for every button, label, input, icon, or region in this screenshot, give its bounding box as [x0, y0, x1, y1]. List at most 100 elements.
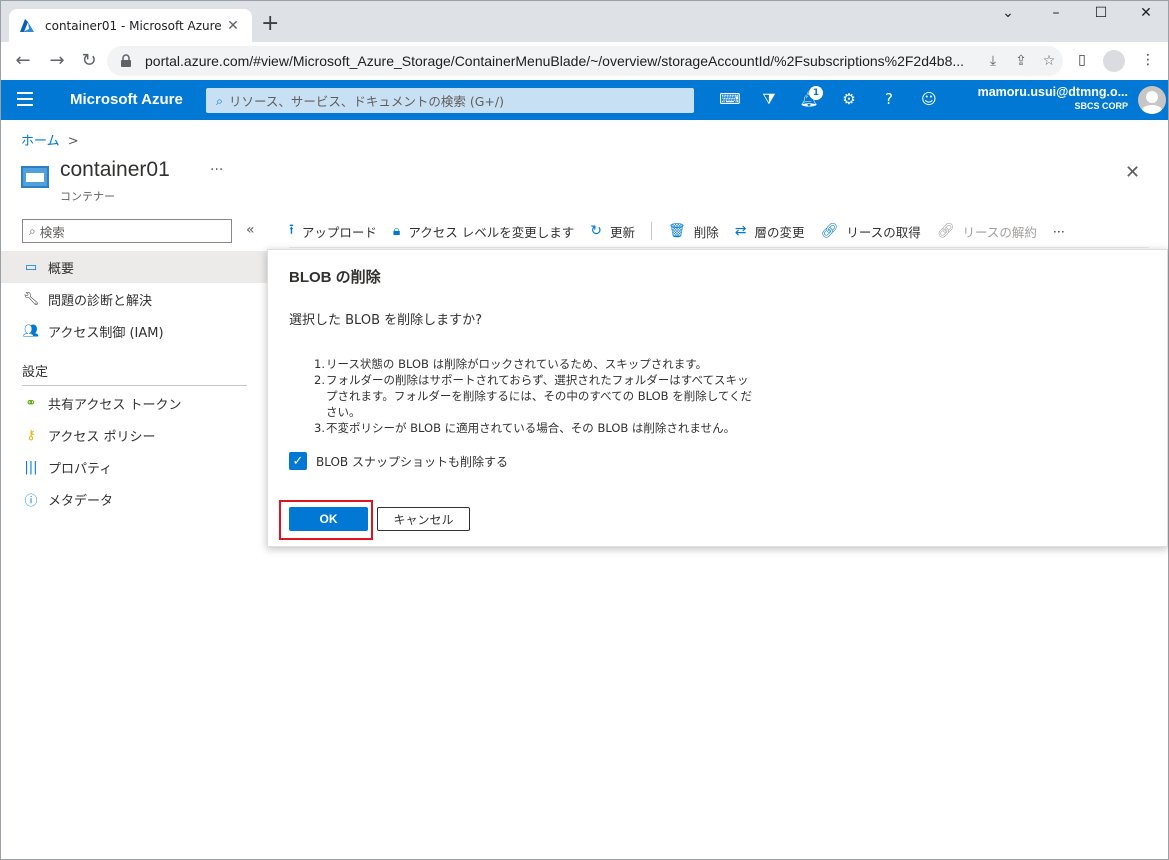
- wrench-icon: 🔧︎: [22, 291, 40, 307]
- ok-button[interactable]: OK: [289, 507, 368, 531]
- page-title: container01: [60, 158, 170, 181]
- reload-icon[interactable]: ↻: [77, 50, 101, 72]
- list-number: 3.: [314, 421, 325, 435]
- acquire-lease-button[interactable]: 🔗︎ リースの取得: [821, 222, 921, 241]
- nav-search-input[interactable]: ⌕ 検索: [22, 219, 232, 243]
- gear-icon[interactable]: ⚙: [838, 90, 860, 110]
- azure-search-placeholder: リソース、サービス、ドキュメントの検索 (G+/): [229, 94, 504, 109]
- blade-close-icon[interactable]: ✕: [1125, 162, 1140, 183]
- change-access-label: アクセス レベルを変更します: [408, 224, 575, 240]
- main-content: ホーム > container01 ··· コンテナー ✕ ⌕ 検索 « ▭ 概…: [0, 120, 1169, 860]
- container-icon: [21, 166, 49, 188]
- trash-icon: 🗑︎: [667, 223, 686, 239]
- nav-item-sas[interactable]: ⚭ 共有アクセス トークン: [1, 387, 267, 419]
- nav-item-overview[interactable]: ▭ 概要: [1, 251, 267, 283]
- page-subtitle: コンテナー: [60, 190, 115, 203]
- nav-item-metadata[interactable]: ⓘ メタデータ: [1, 483, 267, 515]
- more-options-icon[interactable]: ···: [210, 162, 223, 178]
- directory-filter-icon[interactable]: ⧩: [758, 90, 780, 110]
- chevron-down-icon[interactable]: ⌄: [993, 5, 1023, 21]
- refresh-label: 更新: [609, 224, 635, 240]
- delete-label: 削除: [693, 224, 719, 240]
- list-text: リース状態の BLOB は削除がロックされているため、スキップされます。: [326, 357, 708, 371]
- profile-icon[interactable]: [1103, 50, 1125, 72]
- list-text: 不変ポリシーが BLOB に適用されている場合、その BLOB は削除されません…: [326, 421, 736, 435]
- url-bar[interactable]: portal.azure.com/#view/Microsoft_Azure_S…: [107, 46, 1063, 76]
- upload-button[interactable]: ⭱ アップロード: [289, 219, 377, 243]
- help-icon[interactable]: ?: [878, 90, 900, 110]
- cloud-shell-icon[interactable]: ⌨: [719, 90, 741, 110]
- key-icon: ⚷: [26, 427, 36, 443]
- azure-search-input[interactable]: ⌕ リソース、サービス、ドキュメントの検索 (G+/): [206, 88, 694, 113]
- nav-item-label: アクセス制御 (IAM): [48, 325, 164, 341]
- azure-brand[interactable]: Microsoft Azure: [70, 91, 183, 108]
- overview-icon: ▭: [24, 259, 38, 275]
- list-number: 2.: [314, 373, 325, 387]
- nav-item-diagnose[interactable]: 🔧︎ 問題の診断と解決: [1, 283, 267, 315]
- side-panel-icon[interactable]: ▯: [1069, 52, 1095, 68]
- divider: [289, 247, 1149, 248]
- people-icon: 👥︎: [22, 323, 40, 339]
- broken-link-icon: 🔗︎: [936, 223, 955, 239]
- change-access-level-button[interactable]: 🔒︎ アクセス レベルを変更します: [393, 222, 574, 241]
- delete-button[interactable]: 🗑︎ 削除: [668, 222, 719, 241]
- breadcrumb-home[interactable]: ホーム: [21, 134, 60, 149]
- back-arrow-icon[interactable]: ←: [11, 50, 35, 72]
- url-text: portal.azure.com/#view/Microsoft_Azure_S…: [145, 53, 965, 69]
- acquire-lease-label: リースの取得: [846, 224, 921, 240]
- refresh-icon: ↻: [590, 223, 602, 239]
- delete-blob-dialog: BLOB の削除 選択した BLOB を削除しますか? 1. リース状態の BL…: [267, 249, 1168, 547]
- avatar[interactable]: [1138, 86, 1166, 114]
- share-icon[interactable]: ⇪: [1007, 53, 1035, 69]
- delete-snapshots-checkbox[interactable]: ✓: [289, 452, 307, 470]
- star-icon[interactable]: ☆: [1035, 53, 1063, 69]
- change-tier-button[interactable]: ⇄ 層の変更: [735, 222, 805, 241]
- maximize-button[interactable]: ☐: [1086, 5, 1116, 21]
- breadcrumb-separator: >: [67, 134, 79, 149]
- notification-badge: 1: [809, 86, 823, 100]
- refresh-button[interactable]: ↻ 更新: [590, 222, 635, 241]
- nav-item-iam[interactable]: 👥︎ アクセス制御 (IAM): [1, 315, 267, 347]
- azure-logo-icon: [20, 19, 34, 32]
- forward-arrow-icon[interactable]: →: [45, 50, 69, 72]
- nav-item-properties[interactable]: ||| プロパティ: [1, 451, 267, 483]
- install-icon[interactable]: ⤓: [979, 53, 1007, 69]
- lock-icon: 🔒︎: [392, 223, 401, 239]
- tab-close-icon[interactable]: ✕: [224, 18, 242, 34]
- azure-top-bar: Microsoft Azure ⌕ リソース、サービス、ドキュメントの検索 (G…: [0, 80, 1169, 120]
- dialog-notes: 1. リース状態の BLOB は削除がロックされているため、スキップされます。 …: [314, 356, 754, 436]
- new-tab-button[interactable]: +: [261, 13, 279, 35]
- properties-icon: |||: [24, 459, 38, 475]
- browser-tab[interactable]: container01 - Microsoft Azure ✕: [9, 9, 252, 43]
- upload-label: アップロード: [301, 224, 377, 240]
- nav-item-access-policy[interactable]: ⚷ アクセス ポリシー: [1, 419, 267, 451]
- list-item: 3. 不変ポリシーが BLOB に適用されている場合、その BLOB は削除され…: [314, 420, 754, 436]
- user-email: mamoru.usui@dtmng.o...: [977, 85, 1128, 99]
- browser-tab-bar: container01 - Microsoft Azure ✕ + ⌄ – ☐ …: [0, 0, 1169, 43]
- more-commands-icon[interactable]: ···: [1053, 224, 1065, 239]
- window-close-button[interactable]: ✕: [1131, 5, 1161, 21]
- nav-search-placeholder: 検索: [39, 224, 65, 240]
- address-bar-row: ← → ↻ portal.azure.com/#view/Microsoft_A…: [0, 42, 1169, 80]
- breadcrumb: ホーム >: [21, 130, 79, 149]
- search-icon: ⌕: [29, 223, 36, 238]
- change-tier-label: 層の変更: [754, 224, 805, 240]
- checkbox-label[interactable]: BLOB スナップショットも削除する: [316, 453, 508, 470]
- link-icon: 🔗︎: [820, 223, 839, 239]
- break-lease-button[interactable]: 🔗︎ リースの解約: [937, 222, 1037, 241]
- menu-kebab-icon[interactable]: ⋮: [1135, 52, 1161, 68]
- swap-icon: ⇄: [734, 223, 747, 239]
- cancel-button[interactable]: キャンセル: [377, 507, 470, 531]
- feedback-icon[interactable]: ☺: [918, 90, 940, 110]
- delete-snapshots-option: ✓ BLOB スナップショットも削除する: [289, 452, 508, 470]
- user-org: SBCS CORP: [1074, 101, 1128, 111]
- command-bar: ⭱ アップロード 🔒︎ アクセス レベルを変更します ↻ 更新 🗑︎ 削除 ⇄ …: [289, 220, 1081, 242]
- minimize-button[interactable]: –: [1041, 5, 1071, 21]
- hamburger-menu-icon[interactable]: [17, 92, 33, 106]
- nav-item-label: 概要: [48, 261, 75, 277]
- nav-item-label: メタデータ: [48, 493, 114, 509]
- collapse-nav-icon[interactable]: «: [246, 222, 255, 238]
- nav-item-label: 問題の診断と解決: [48, 293, 153, 309]
- info-icon: ⓘ: [24, 493, 38, 509]
- user-account[interactable]: mamoru.usui@dtmng.o... SBCS CORP: [978, 85, 1128, 111]
